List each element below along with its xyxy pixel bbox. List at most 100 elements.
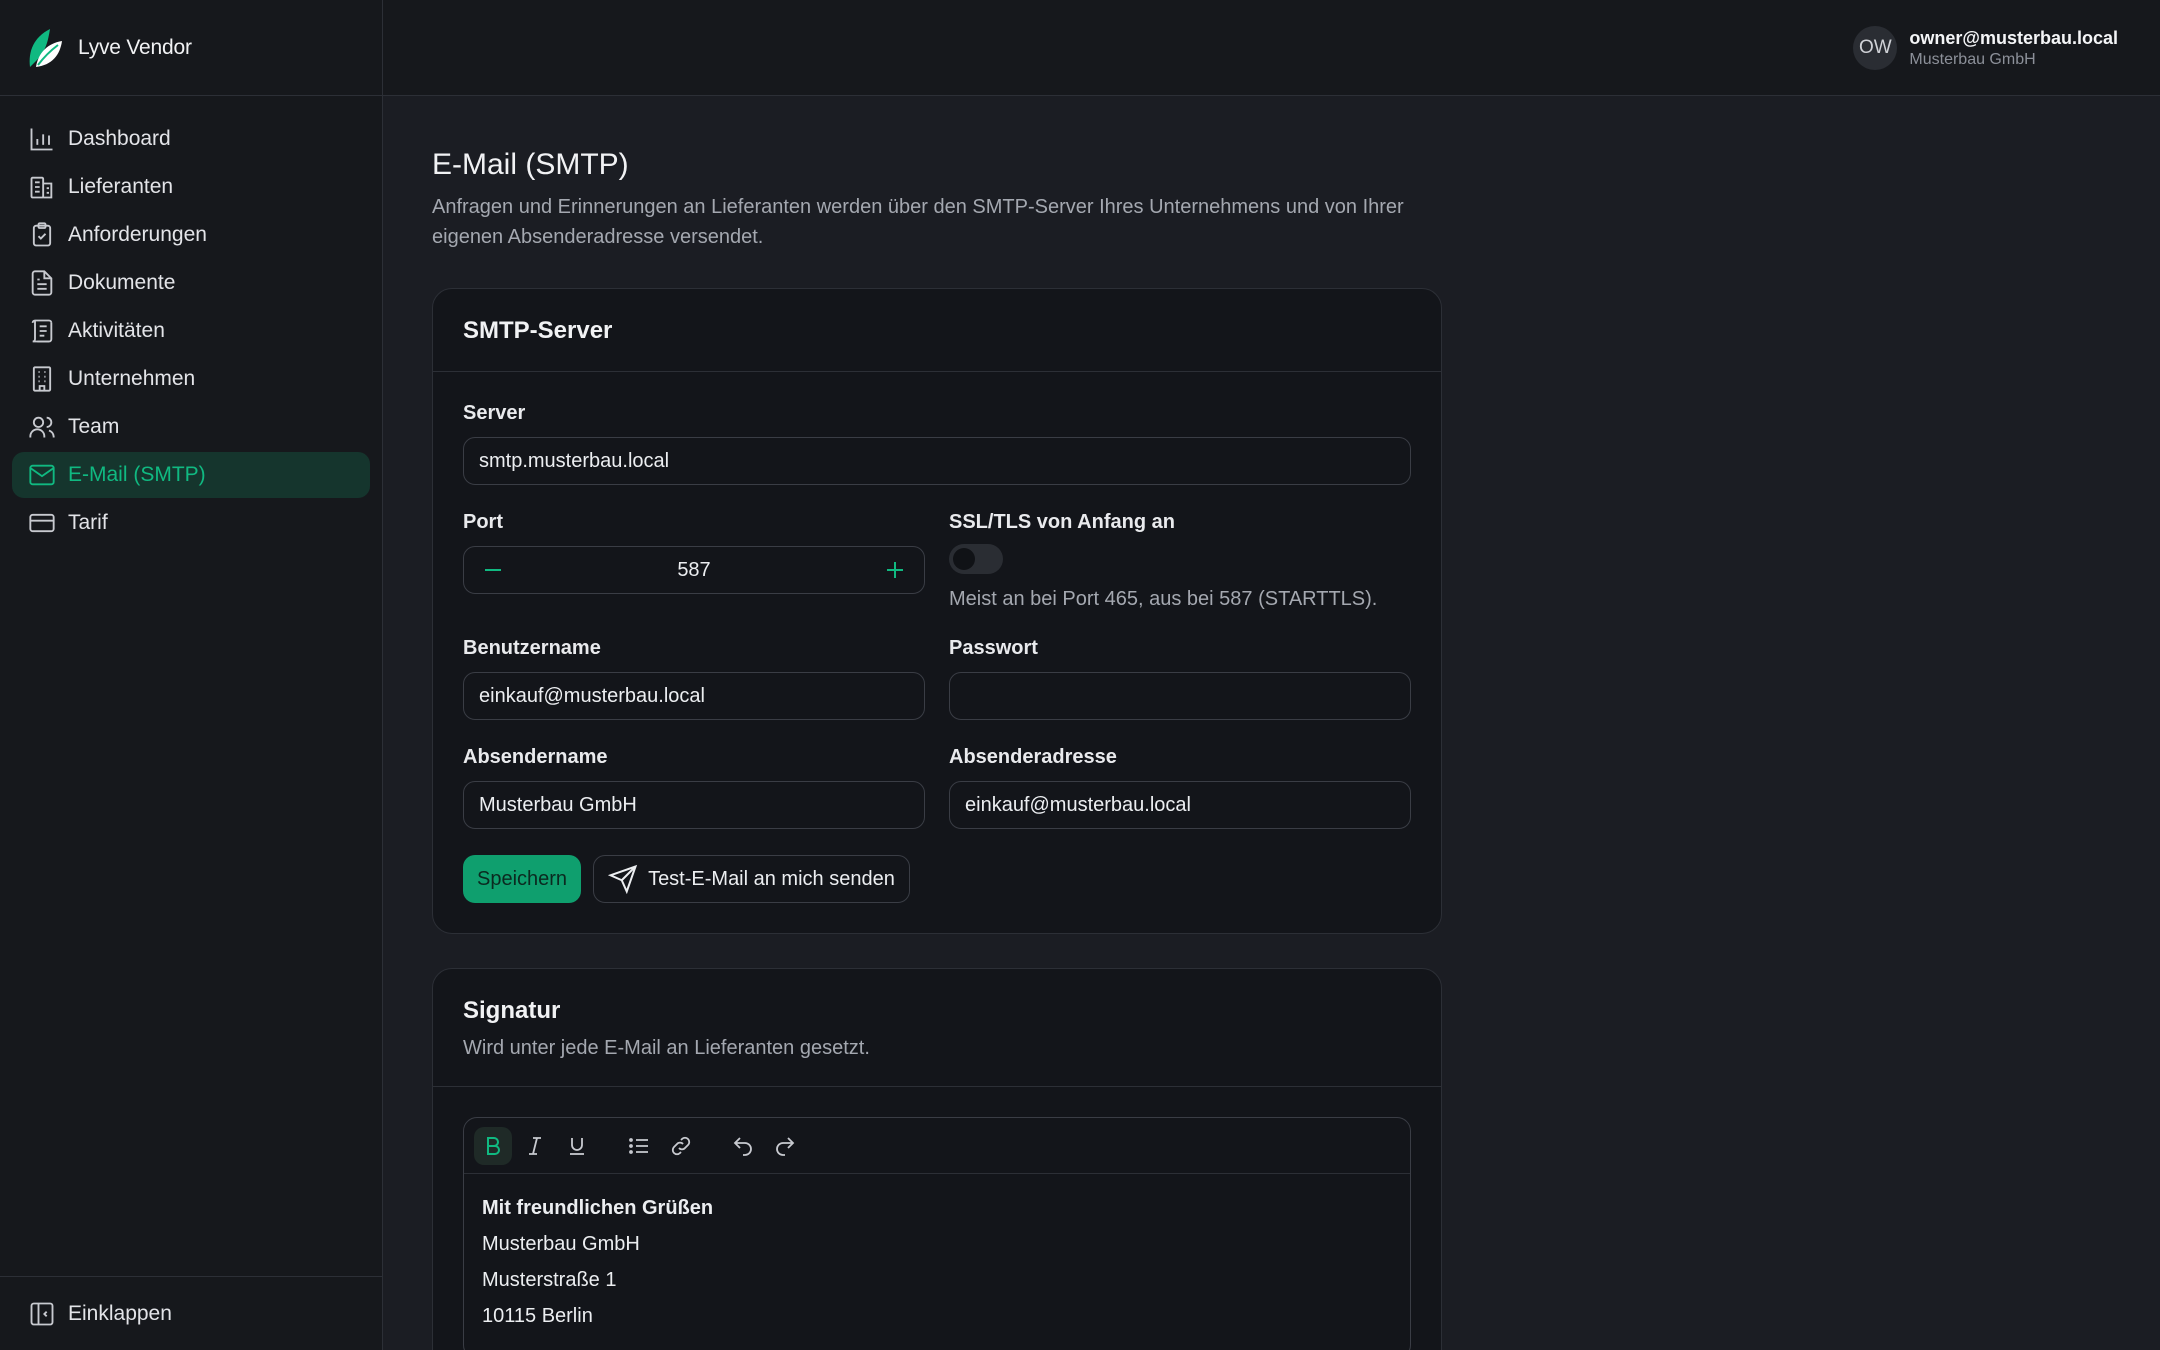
signature-line: Mit freundlichen Grüßen <box>482 1197 714 1219</box>
username-label: Benutzername <box>463 637 601 659</box>
plus-icon <box>887 562 903 578</box>
page-title: E-Mail (SMTP) <box>432 148 629 181</box>
main-content: E-Mail (SMTP) Anfragen und Erinnerungen … <box>432 96 1442 1350</box>
scroll-icon <box>31 319 53 343</box>
user-menu[interactable]: OW owner@musterbau.local Musterbau GmbH <box>1853 26 2118 70</box>
minus-icon <box>485 569 501 571</box>
sidebar-item-label: Tarif <box>68 511 108 534</box>
italic-icon <box>529 1136 541 1155</box>
sidebar-item-label: Lieferanten <box>68 175 174 198</box>
ssl-hint: Meist an bei Port 465, aus bei 587 (STAR… <box>949 588 1378 610</box>
list-icon <box>629 1137 648 1154</box>
port-increment-button[interactable] <box>880 555 910 585</box>
sender-name-input[interactable] <box>463 781 925 829</box>
topbar: OW owner@musterbau.local Musterbau GmbH <box>383 0 2160 96</box>
form-actions: Speichern Test-E-Mail an mich senden <box>463 855 1411 903</box>
sidebar-item-aktivitaeten[interactable]: Aktivitäten <box>12 308 370 354</box>
avatar: OW <box>1853 26 1898 70</box>
users-icon <box>29 416 55 438</box>
ssl-label: SSL/TLS von Anfang an <box>949 511 1175 533</box>
sidebar-nav: Dashboard Lieferanten Anforderungen Doku… <box>0 96 382 546</box>
server-label: Server <box>463 402 526 424</box>
sidebar-item-label: E-Mail (SMTP) <box>68 463 206 486</box>
leaf-logo-icon <box>29 28 62 67</box>
user-company: Musterbau GmbH <box>1909 50 2036 68</box>
signature-card: Signatur Wird unter jede E-Mail an Liefe… <box>432 968 1442 1350</box>
password-label: Passwort <box>949 637 1038 659</box>
sidebar-item-lieferanten[interactable]: Lieferanten <box>12 164 370 210</box>
clipboard-check-icon <box>32 222 52 247</box>
card-subtitle: Wird unter jede E-Mail an Lieferanten ge… <box>463 1037 870 1059</box>
smtp-server-card: SMTP-Server Server Port 587 <box>432 288 1442 934</box>
page-description: Anfragen und Erinnerungen an Lieferanten… <box>432 196 1404 248</box>
password-input[interactable] <box>949 672 1411 720</box>
brand[interactable]: Lyve Vendor <box>0 0 382 96</box>
underline-button[interactable] <box>558 1127 596 1165</box>
port-value[interactable]: 587 <box>677 559 710 582</box>
send-test-email-label: Test-E-Mail an mich senden <box>648 867 895 890</box>
sidebar-item-label: Team <box>68 415 120 438</box>
sidebar-item-tarif[interactable]: Tarif <box>12 500 370 546</box>
port-stepper[interactable]: 587 <box>463 546 925 594</box>
card-header: SMTP-Server <box>433 289 1441 372</box>
ssl-toggle[interactable] <box>949 544 1003 574</box>
card-header: Signatur Wird unter jede E-Mail an Liefe… <box>433 969 1441 1087</box>
send-icon <box>608 864 638 894</box>
sidebar-item-dashboard[interactable]: Dashboard <box>12 116 370 162</box>
panel-collapse-icon <box>30 1302 54 1325</box>
bullet-list-button[interactable] <box>620 1127 658 1165</box>
sender-row: Absendername Absenderadresse <box>463 746 1411 829</box>
sender-name-label: Absendername <box>463 746 608 768</box>
card-body: Server Port 587 SSL/TL <box>433 372 1441 933</box>
bold-icon <box>487 1136 500 1155</box>
signature-line: Musterbau GmbH <box>482 1233 640 1255</box>
send-test-email-button[interactable]: Test-E-Mail an mich senden <box>593 855 910 903</box>
editor-toolbar <box>464 1118 1410 1174</box>
username-input[interactable] <box>463 672 925 720</box>
sidebar-item-label: Dashboard <box>68 127 171 150</box>
redo-button[interactable] <box>766 1127 804 1165</box>
sender-address-input[interactable] <box>949 781 1411 829</box>
port-ssl-row: Port 587 SSL/TLS von Anfang an Meist an … <box>463 511 1411 611</box>
bold-button[interactable] <box>474 1126 512 1165</box>
signature-editor: Mit freundlichen Grüßen Musterbau GmbH M… <box>463 1117 1411 1350</box>
card-body: Mit freundlichen Grüßen Musterbau GmbH M… <box>433 1087 1441 1350</box>
sidebar-item-label: Anforderungen <box>68 223 207 246</box>
redo-icon <box>776 1136 795 1156</box>
sidebar-item-label: Aktivitäten <box>68 319 165 342</box>
credit-card-icon <box>29 513 55 533</box>
bar-chart-icon <box>30 128 53 151</box>
credentials-row: Benutzername Passwort <box>463 637 1411 720</box>
toggle-knob <box>953 548 975 570</box>
server-input[interactable] <box>463 437 1411 485</box>
sidebar-item-label: Unternehmen <box>68 367 196 390</box>
signature-content[interactable]: Mit freundlichen Grüßen Musterbau GmbH M… <box>464 1174 1410 1350</box>
sidebar-item-team[interactable]: Team <box>12 404 370 450</box>
signature-line: 10115 Berlin <box>482 1305 593 1327</box>
sidebar-item-email-smtp[interactable]: E-Mail (SMTP) <box>12 452 370 498</box>
sidebar-item-label: Dokumente <box>68 271 176 294</box>
underline-icon <box>570 1137 584 1155</box>
port-decrement-button[interactable] <box>478 555 508 585</box>
link-button[interactable] <box>662 1127 700 1165</box>
sidebar-item-dokumente[interactable]: Dokumente <box>12 260 370 306</box>
card-title: Signatur <box>463 997 561 1024</box>
sender-address-label: Absenderadresse <box>949 746 1117 768</box>
collapse-label: Einklappen <box>68 1301 172 1325</box>
user-email: owner@musterbau.local <box>1909 27 2118 48</box>
save-button[interactable]: Speichern <box>463 855 582 903</box>
sidebar: Lyve Vendor Dashboard Lieferanten Anford… <box>0 0 383 1350</box>
collapse-sidebar-button[interactable]: Einklappen <box>0 1276 382 1350</box>
undo-icon <box>733 1136 752 1156</box>
sidebar-item-anforderungen[interactable]: Anforderungen <box>12 212 370 258</box>
undo-button[interactable] <box>724 1127 762 1165</box>
link-icon <box>671 1136 691 1155</box>
port-label: Port <box>463 511 503 533</box>
office-building-icon <box>32 366 52 392</box>
signature-line: Musterstraße 1 <box>482 1269 617 1291</box>
sidebar-item-unternehmen[interactable]: Unternehmen <box>12 356 370 402</box>
building-store-icon <box>30 176 53 199</box>
mail-icon <box>29 464 55 486</box>
italic-button[interactable] <box>516 1127 554 1165</box>
document-icon <box>31 270 53 296</box>
